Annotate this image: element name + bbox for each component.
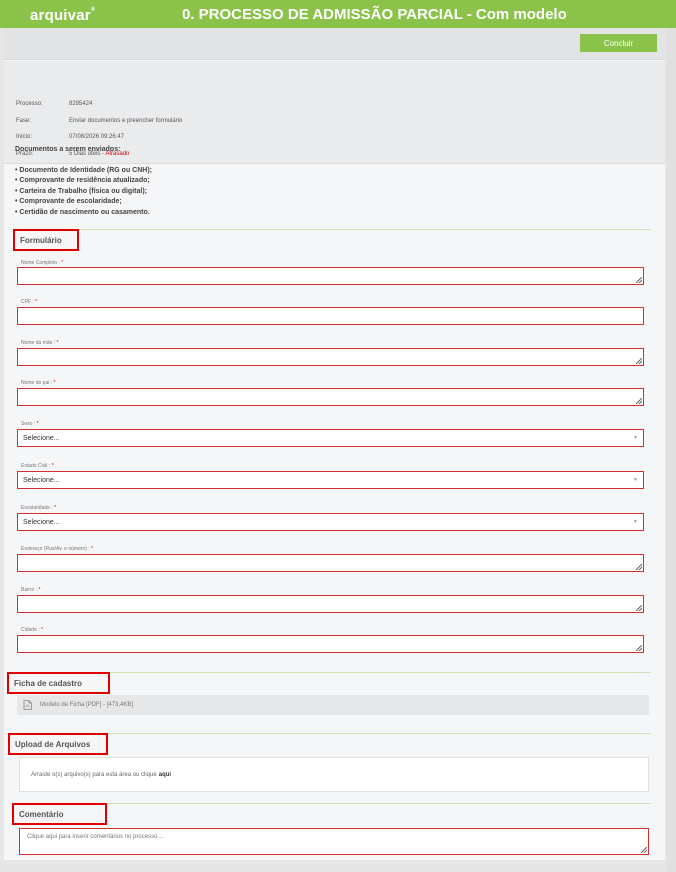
document-item: • Comprovante de escolaridade; — [15, 198, 122, 205]
ficha-file-row[interactable]: Modelo de Ficha [PDF] - [473,4KB] — [17, 695, 649, 715]
comentario-section-title: Comentário — [12, 803, 107, 825]
arquivar-logo[interactable]: arquivar® — [30, 7, 95, 24]
field-label-endereco: Endereço (Rua/Av. e número) : * — [21, 546, 94, 552]
section-divider — [13, 803, 651, 804]
sexo-select-value: Selecione... — [23, 434, 60, 442]
logo-text: arquivar — [30, 7, 91, 24]
top-bar: arquivar® 0. PROCESSO DE ADMISSÃO PARCIA… — [0, 0, 676, 28]
estado-civil-select[interactable]: Selecione... ▼ — [17, 471, 644, 489]
document-item: • Carteira de Trabalho (física ou digita… — [15, 187, 147, 195]
sexo-select[interactable]: Selecione... ▼ — [17, 429, 644, 447]
estado-civil-select-value: Selecione... — [23, 476, 60, 484]
documents-list: Documentos a serem enviados: • Documento… — [15, 145, 152, 218]
ficha-section-title: Ficha de cadastro — [7, 672, 110, 694]
upload-click-link[interactable]: aqui — [159, 772, 171, 778]
field-label-sexo: Sexo : * — [21, 421, 39, 427]
section-divider — [13, 229, 651, 230]
inicio-label: Início: — [16, 134, 33, 140]
upload-prompt: Arraste o(s) arquivo(s) para esta área o… — [31, 771, 157, 778]
endereco-input[interactable] — [17, 554, 644, 572]
fase-value: Enviar documentos e preencher formulário — [69, 118, 183, 124]
cpf-input[interactable] — [17, 307, 644, 325]
field-label-escolaridade: Escolaridade : * — [21, 505, 57, 511]
processo-value: 8295424 — [69, 101, 93, 107]
logo-registered-mark: ® — [90, 7, 96, 13]
field-label-nome-pai: Nome do pai : * — [21, 380, 56, 386]
comment-textarea[interactable]: Clique aqui para inserir comentários no … — [19, 828, 649, 855]
cidade-input[interactable] — [17, 635, 644, 653]
chevron-down-icon: ▼ — [633, 435, 638, 441]
escolaridade-select-value: Selecione... — [23, 518, 60, 526]
action-bar: Concluir — [4, 28, 665, 60]
field-label-estado-civil: Estado Civil : * — [21, 463, 54, 469]
nome-completo-input[interactable] — [17, 267, 644, 285]
chevron-down-icon: ▼ — [633, 477, 638, 483]
formulario-section-title: Formulário — [13, 229, 79, 251]
fase-label: Fase: — [16, 118, 32, 124]
field-label-cpf: CPF : * — [21, 299, 38, 305]
pdf-file-icon — [23, 700, 32, 710]
nome-pai-input[interactable] — [17, 388, 644, 406]
inicio-value: 07/08/2026 09:26:47 — [69, 134, 125, 140]
field-label-nome-completo: Nome Completo : * — [21, 260, 64, 266]
document-item: • Documento de Identidade (RG ou CNH); — [15, 166, 153, 174]
upload-section-title: Upload de Arquivos — [8, 733, 108, 755]
field-label-cidade: Cidade : * — [21, 627, 43, 633]
concluir-button[interactable]: Concluir — [580, 34, 657, 52]
field-label-bairro: Bairro : * — [21, 587, 41, 593]
section-divider — [13, 733, 651, 734]
info-processo: Processo: 8295424 — [16, 101, 92, 107]
processo-label: Processo: — [16, 101, 43, 107]
field-label-nome-mae: Nome da mãe : * — [21, 340, 59, 346]
page-title: 0. PROCESSO DE ADMISSÃO PARCIAL - Com mo… — [182, 6, 567, 23]
bairro-input[interactable] — [17, 595, 644, 613]
info-inicio: Início: 07/08/2026 09:26:47 — [16, 134, 124, 140]
documents-heading: Documentos a serem enviados: — [15, 146, 121, 153]
document-item: • Comprovante de residência atualizado; — [15, 177, 150, 184]
escolaridade-select[interactable]: Selecione... ▼ — [17, 513, 644, 531]
upload-dropzone[interactable]: Arraste o(s) arquivo(s) para esta área o… — [19, 757, 649, 792]
chevron-down-icon: ▼ — [633, 519, 638, 525]
nome-mae-input[interactable] — [17, 348, 644, 366]
document-item: • Certidão de nascimento ou casamento. — [15, 208, 150, 216]
ficha-file-link[interactable]: Modelo de Ficha [PDF] - [473,4KB] — [40, 702, 133, 708]
info-fase: Fase: Enviar documentos e preencher formu… — [16, 118, 182, 124]
page-scrollbar[interactable] — [666, 28, 676, 872]
comment-placeholder: Clique aqui para inserir comentários no … — [27, 834, 165, 840]
